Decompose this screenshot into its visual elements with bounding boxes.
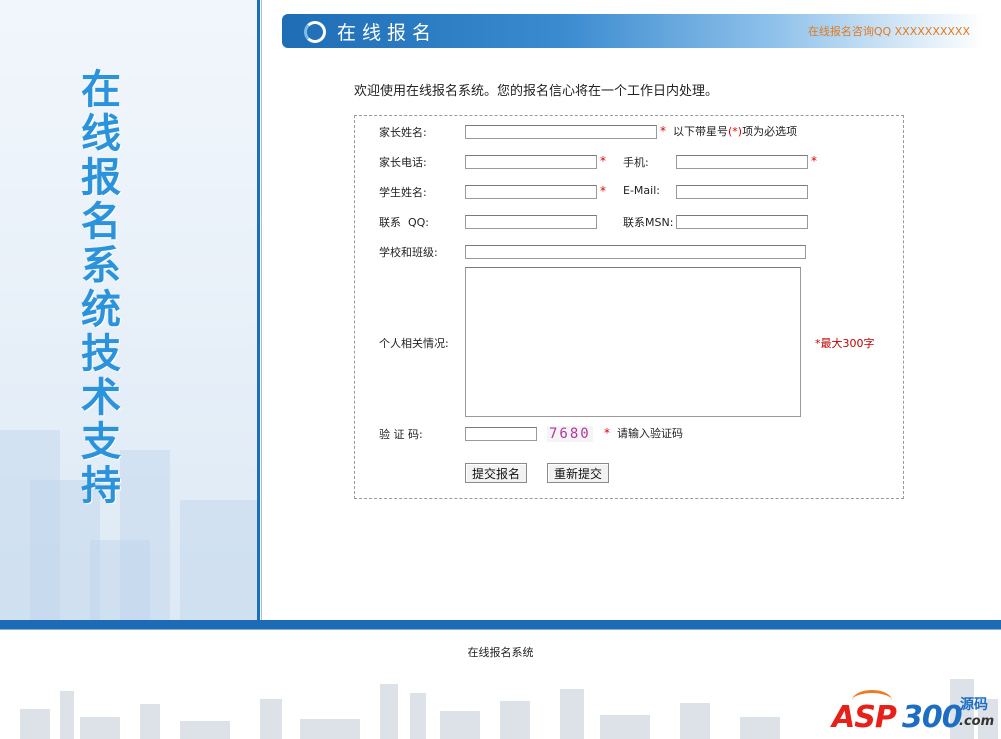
msn-input[interactable] — [676, 215, 808, 229]
personal-info-label: 个人相关情况: — [379, 337, 449, 350]
asp300-logo[interactable]: ASP 300 源码 .com — [832, 690, 997, 736]
required-star: * — [604, 426, 610, 440]
sidebar-divider — [257, 0, 260, 620]
max-length-note: *最大300字 — [815, 337, 875, 350]
required-note-prefix: 以下带星号 — [673, 125, 728, 138]
email-input[interactable] — [676, 185, 808, 199]
student-name-input[interactable] — [465, 185, 597, 199]
footer-bar-highlight — [0, 629, 1001, 630]
required-note: 以下带星号(*)项为必选项 — [673, 123, 797, 139]
sidebar-divider-highlight — [261, 0, 262, 620]
footer-bar — [0, 620, 1001, 629]
page-title: 在线报名 — [337, 22, 438, 44]
vertical-title-char: 名 — [81, 199, 121, 245]
reset-button[interactable]: 重新提交 — [547, 463, 610, 483]
mobile-input[interactable] — [676, 155, 808, 169]
submit-button[interactable]: 提交报名 — [465, 463, 528, 483]
qq-label: 联系 QQ: — [379, 216, 430, 229]
vertical-title-char: 持 — [81, 463, 121, 509]
qq-contact-label: 在线报名咨询QQ XXXXXXXXXX — [807, 25, 970, 38]
footer-text: 在线报名系统 — [467, 646, 534, 659]
captcha-label: 验 证 码: — [379, 428, 423, 441]
vertical-title-char: 报 — [81, 155, 121, 201]
student-name-label: 学生姓名: — [379, 186, 427, 199]
parent-phone-label: 家长电话: — [379, 156, 427, 169]
personal-info-textarea[interactable] — [465, 267, 801, 417]
ring-icon — [304, 21, 326, 43]
school-class-label: 学校和班级: — [379, 246, 438, 259]
sidebar-decoration — [0, 390, 257, 620]
vertical-title-char: 统 — [81, 287, 121, 333]
email-label: E-Mail: — [623, 184, 660, 197]
sidebar: 在 线 报 名 系 统 技 术 支 持 — [0, 0, 257, 620]
captcha-digit: 7680 — [549, 426, 591, 442]
logo-number: 300 — [902, 700, 963, 735]
required-star: * — [660, 124, 666, 138]
sidebar-vertical-title: 在 线 报 名 系 统 技 术 支 持 — [78, 68, 124, 508]
captcha-image[interactable]: 7680 — [547, 426, 593, 442]
page-header: 在线报名 在线报名咨询QQ XXXXXXXXXX — [282, 14, 984, 48]
logo-asp: ASP — [832, 700, 897, 735]
school-class-input[interactable] — [465, 245, 806, 259]
vertical-title-char: 术 — [81, 375, 121, 421]
qq-input[interactable] — [465, 215, 597, 229]
mobile-label: 手机: — [623, 156, 649, 169]
vertical-title-char: 技 — [81, 331, 121, 377]
captcha-input[interactable] — [465, 427, 537, 441]
required-star: * — [600, 154, 606, 168]
welcome-text: 欢迎使用在线报名系统。您的报名信心将在一个工作日内处理。 — [354, 84, 719, 99]
vertical-title-char: 支 — [81, 419, 121, 465]
required-note-star: (*) — [728, 125, 743, 138]
msn-label: 联系MSN: — [623, 216, 674, 229]
parent-name-input[interactable] — [465, 125, 657, 139]
logo-com: .com — [959, 714, 995, 729]
required-star: * — [811, 154, 817, 168]
required-note-suffix: 项为必选项 — [742, 125, 798, 138]
vertical-title-char: 在 — [81, 67, 121, 113]
captcha-hint: 请输入验证码 — [617, 427, 683, 440]
vertical-title-char: 线 — [81, 111, 121, 157]
vertical-title-char: 系 — [81, 243, 121, 289]
parent-phone-input[interactable] — [465, 155, 597, 169]
parent-name-label: 家长姓名: — [379, 126, 427, 139]
logo-yuanma: 源码 — [960, 697, 988, 713]
required-star: * — [600, 184, 606, 198]
registration-form: 家长姓名: * 以下带星号(*)项为必选项 家长电话: * 手机: * 学生姓名… — [354, 115, 904, 499]
